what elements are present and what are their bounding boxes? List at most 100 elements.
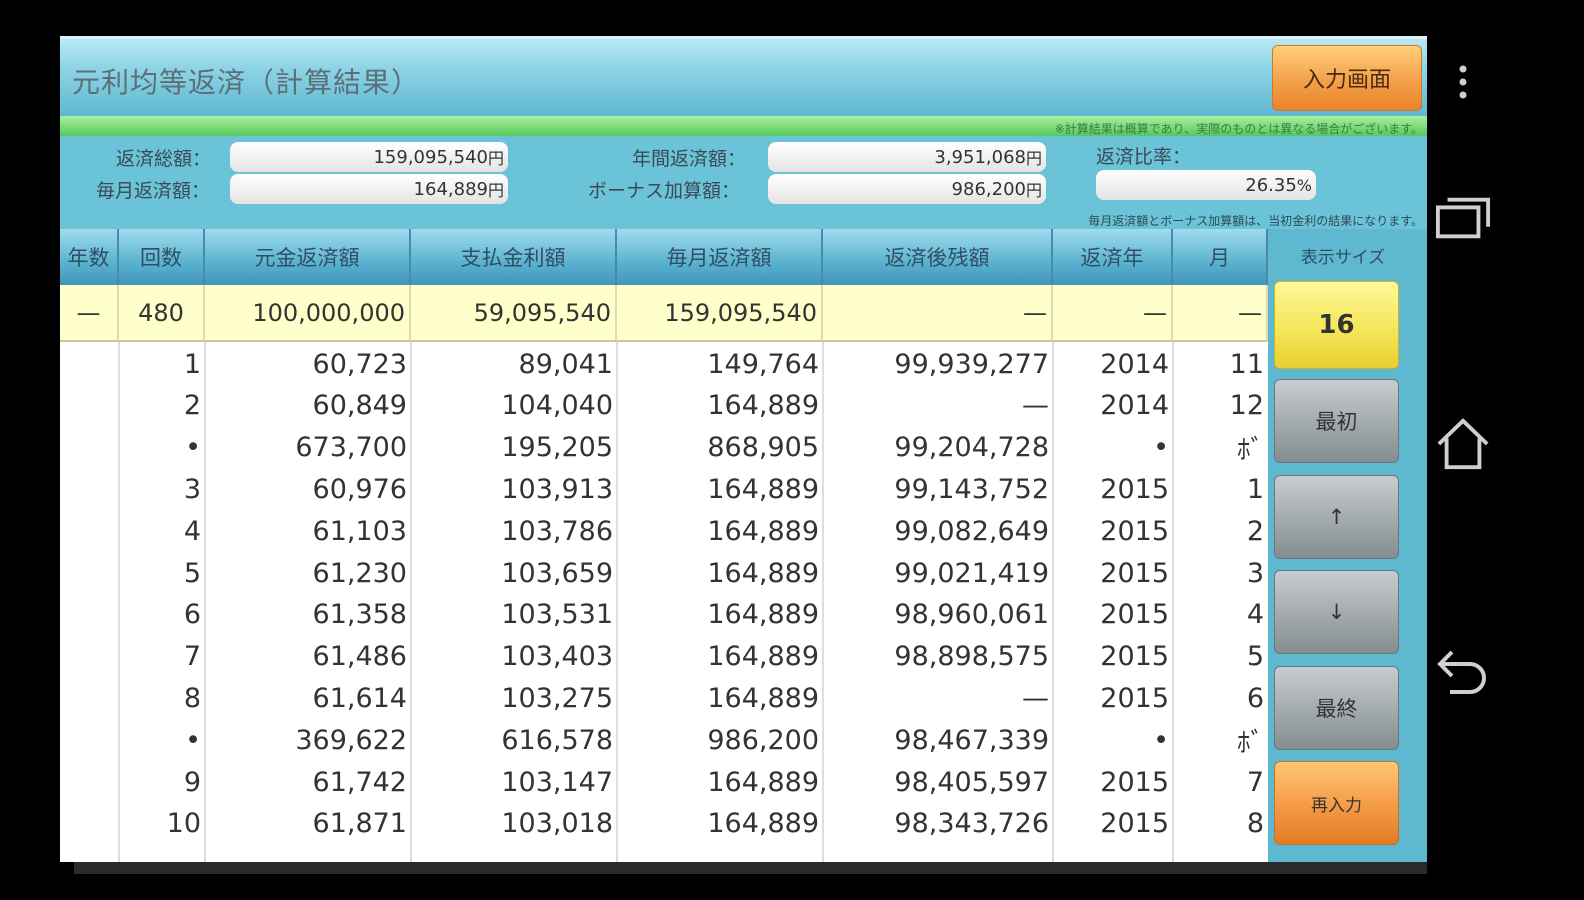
yen-unit: 円 xyxy=(1025,149,1042,168)
monthly-repayment-field: 164,889 円 xyxy=(230,174,508,204)
table-cell: 5 xyxy=(1246,641,1264,673)
recent-apps-icon[interactable] xyxy=(1435,190,1491,246)
scroll-down-button[interactable]: ↓ xyxy=(1274,570,1399,654)
monthly-repayment-value: 164,889 xyxy=(413,178,488,200)
page-title: 元利均等返済（計算結果） xyxy=(72,66,421,99)
scroll-up-button[interactable]: ↑ xyxy=(1274,475,1399,559)
input-screen-button[interactable]: 入力画面 xyxy=(1272,45,1422,111)
first-page-button[interactable]: 最初 xyxy=(1274,379,1399,463)
table-cell: 61,871 xyxy=(312,808,407,840)
table-cell: 98,405,597 xyxy=(894,766,1049,798)
monthly-repayment-label: 毎月返済額： xyxy=(96,180,211,202)
table-cell: 7 xyxy=(183,641,201,673)
table-row[interactable]: 8 61,614 103,275 164,889 — 2015 6 xyxy=(60,677,1268,719)
last-page-button[interactable]: 最終 xyxy=(1274,666,1399,750)
table-cell: 103,913 xyxy=(501,473,613,505)
table-cell xyxy=(60,594,119,636)
column-header: 年数 xyxy=(60,229,119,285)
table-cell: 99,082,649 xyxy=(894,515,1049,547)
table-cell: 10 xyxy=(166,808,201,840)
table-cell: 103,786 xyxy=(501,515,613,547)
table-cell: 99,939,277 xyxy=(894,348,1049,380)
table-cell: 2015 xyxy=(1100,641,1169,673)
totals-cell: — xyxy=(823,285,1053,342)
table-cell: 164,889 xyxy=(707,641,819,673)
system-nav-bar xyxy=(1427,0,1584,900)
back-icon[interactable] xyxy=(1435,642,1491,698)
table-cell: 673,700 xyxy=(295,432,407,464)
table-cell: 99,021,419 xyxy=(894,557,1049,589)
table-row[interactable]: 4 61,103 103,786 164,889 99,082,649 2015 2 xyxy=(60,510,1268,552)
bonus-addition-field: 986,200 円 xyxy=(768,174,1046,204)
table-cell: 61,230 xyxy=(312,557,407,589)
annual-repayment-value: 3,951,068 xyxy=(934,146,1026,168)
table-row[interactable]: 10 61,871 103,018 164,889 98,343,726 2015 8 xyxy=(60,803,1268,845)
table-cell: 103,403 xyxy=(501,641,613,673)
table-cell xyxy=(60,719,119,761)
table-cell xyxy=(60,468,119,510)
overflow-menu-icon[interactable] xyxy=(1435,58,1491,106)
ratio-field: 26.35% xyxy=(1096,170,1316,200)
table-cell: 98,467,339 xyxy=(894,724,1049,756)
table-cell: — xyxy=(1022,390,1049,422)
table-row[interactable]: • 369,622 616,578 986,200 98,467,339 • ﾎﾞ xyxy=(60,719,1268,761)
home-icon[interactable] xyxy=(1435,414,1491,474)
table-row[interactable]: 3 60,976 103,913 164,889 99,143,752 2015 1 xyxy=(60,468,1268,510)
totals-cell: — xyxy=(1173,285,1268,342)
title-bar: 元利均等返済（計算結果） 入力画面 xyxy=(60,36,1427,119)
display-size-label: 表示サイズ xyxy=(1300,248,1386,268)
table-cell: 2015 xyxy=(1100,682,1169,714)
table-cell xyxy=(60,385,119,427)
table-cell: 164,889 xyxy=(707,808,819,840)
column-header: 毎月返済額 xyxy=(617,229,823,285)
column-header: 元金返済額 xyxy=(205,229,411,285)
table-row[interactable]: 5 61,230 103,659 164,889 99,021,419 2015 3 xyxy=(60,552,1268,594)
table-cell: 103,147 xyxy=(501,766,613,798)
totals-cell: — xyxy=(1053,285,1173,342)
table-cell: 61,103 xyxy=(312,515,407,547)
column-header: 返済年 xyxy=(1053,229,1173,285)
annual-repayment-label: 年間返済額： xyxy=(632,148,747,170)
totals-cell: 159,095,540 xyxy=(617,285,823,342)
table-cell: 7 xyxy=(1246,766,1264,798)
table-cell: 60,976 xyxy=(312,473,407,505)
table-cell: — xyxy=(1022,682,1049,714)
table-cell: 164,889 xyxy=(707,599,819,631)
table-cell: 103,531 xyxy=(501,599,613,631)
table-row[interactable]: 7 61,486 103,403 164,889 98,898,575 2015 5 xyxy=(60,636,1268,678)
table-cell: 4 xyxy=(183,515,201,547)
table-cell: 4 xyxy=(1246,599,1264,631)
table-cell: 98,960,061 xyxy=(894,599,1049,631)
totals-cell: 480 xyxy=(119,285,205,342)
table-cell: 103,659 xyxy=(501,557,613,589)
table-cell: 164,889 xyxy=(707,766,819,798)
table-cell: 2015 xyxy=(1100,557,1169,589)
table-cell: 6 xyxy=(1246,682,1264,714)
table-row[interactable]: • 673,700 195,205 868,905 99,204,728 • ﾎﾞ xyxy=(60,427,1268,469)
table-cell: 2015 xyxy=(1100,766,1169,798)
reenter-button[interactable]: 再入力 xyxy=(1274,761,1399,845)
table-cell xyxy=(60,636,119,678)
table-cell: 164,889 xyxy=(707,557,819,589)
table-row[interactable]: 2 60,849 104,040 164,889 — 2014 12 xyxy=(60,385,1268,427)
table-cell: • xyxy=(1153,432,1169,464)
table-cell: 8 xyxy=(1246,808,1264,840)
table-row[interactable]: 6 61,358 103,531 164,889 98,960,061 2015 4 xyxy=(60,594,1268,636)
table-cell: 104,040 xyxy=(501,390,613,422)
table-cell: 103,275 xyxy=(501,682,613,714)
table-cell: 2015 xyxy=(1100,808,1169,840)
ratio-label: 返済比率： xyxy=(1096,146,1192,168)
table-cell: 60,723 xyxy=(312,348,407,380)
table-cell: 2 xyxy=(183,390,201,422)
table-cell: 369,622 xyxy=(295,724,407,756)
yen-unit: 円 xyxy=(1025,181,1042,200)
initial-rate-note: 毎月返済額とボーナス加算額は、当初金利の結果になります。 xyxy=(1088,214,1423,228)
table-cell: 2014 xyxy=(1100,348,1169,380)
table-cell: 89,041 xyxy=(518,348,613,380)
display-size-button[interactable]: 16 xyxy=(1274,281,1399,369)
table-row[interactable]: 9 61,742 103,147 164,889 98,405,597 2015 7 xyxy=(60,761,1268,803)
table-cell: 61,614 xyxy=(312,682,407,714)
table-cell: 6 xyxy=(183,599,201,631)
table-cell xyxy=(60,510,119,552)
table-row[interactable]: 1 60,723 89,041 149,764 99,939,277 2014 11 xyxy=(60,343,1268,385)
